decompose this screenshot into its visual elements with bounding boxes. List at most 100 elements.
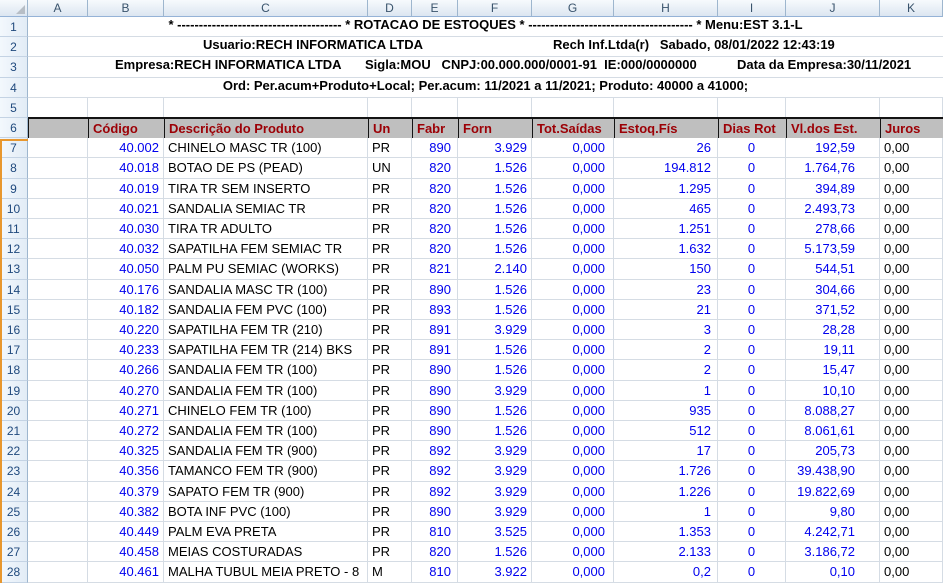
cell-I16[interactable]: 0 — [718, 320, 786, 341]
cell-B20[interactable]: 40.271 — [88, 400, 164, 421]
cell-F24[interactable]: 3.929 — [458, 481, 532, 502]
cell-K7[interactable]: 0,00 — [880, 138, 943, 159]
cell-H11[interactable]: 1.251 — [614, 219, 718, 240]
cell-K17[interactable]: 0,00 — [880, 340, 943, 361]
cell-B22[interactable]: 40.325 — [88, 441, 164, 462]
cell-H24[interactable]: 1.226 — [614, 481, 718, 502]
cell-D15[interactable]: PR — [368, 299, 412, 320]
table-header-blank[interactable] — [29, 119, 89, 139]
cell-I24[interactable]: 0 — [718, 481, 786, 502]
cell-K5[interactable] — [880, 97, 943, 118]
cell-I26[interactable]: 0 — [718, 522, 786, 543]
cell-F8[interactable]: 1.526 — [458, 158, 532, 179]
cell-I25[interactable]: 0 — [718, 501, 786, 522]
cell-F12[interactable]: 1.526 — [458, 239, 532, 260]
cell-A23[interactable] — [28, 461, 88, 482]
row-header-23[interactable]: 23 — [0, 461, 28, 482]
cell-E17[interactable]: 891 — [412, 340, 458, 361]
cell-C22[interactable]: SANDALIA FEM TR (900) — [164, 441, 368, 462]
cell-K19[interactable]: 0,00 — [880, 380, 943, 401]
cell-F21[interactable]: 1.526 — [458, 421, 532, 442]
cell-D28[interactable]: M — [368, 562, 412, 583]
cell-I14[interactable]: 0 — [718, 279, 786, 300]
cell-D20[interactable]: PR — [368, 400, 412, 421]
cell-B12[interactable]: 40.032 — [88, 239, 164, 260]
cell-A14[interactable] — [28, 279, 88, 300]
cell-A8[interactable] — [28, 158, 88, 179]
cell-C10[interactable]: SANDALIA SEMIAC TR — [164, 198, 368, 219]
cell-E12[interactable]: 820 — [412, 239, 458, 260]
cell-B18[interactable]: 40.266 — [88, 360, 164, 381]
cell-F26[interactable]: 3.525 — [458, 522, 532, 543]
cell-C17[interactable]: SAPATILHA FEM TR (214) BKS — [164, 340, 368, 361]
sigla-cnpj-ie-cell[interactable]: Sigla:MOU CNPJ:00.000.000/0001-91 IE:000… — [365, 57, 697, 72]
cell-I15[interactable]: 0 — [718, 299, 786, 320]
cell-J27[interactable]: 3.186,72 — [786, 542, 880, 563]
cell-C25[interactable]: BOTA INF PVC (100) — [164, 501, 368, 522]
column-header-K[interactable]: K — [880, 0, 943, 17]
row-header-1[interactable]: 1 — [0, 17, 28, 38]
cell-D8[interactable]: UN — [368, 158, 412, 179]
row-header-11[interactable]: 11 — [0, 219, 28, 240]
cell-D7[interactable]: PR — [368, 138, 412, 159]
cell-F7[interactable]: 3.929 — [458, 138, 532, 159]
cell-A24[interactable] — [28, 481, 88, 502]
cell-A27[interactable] — [28, 542, 88, 563]
cell-K26[interactable]: 0,00 — [880, 522, 943, 543]
cell-G18[interactable]: 0,000 — [532, 360, 614, 381]
cell-F23[interactable]: 3.929 — [458, 461, 532, 482]
cell-E18[interactable]: 890 — [412, 360, 458, 381]
cell-H8[interactable]: 194.812 — [614, 158, 718, 179]
cell-B10[interactable]: 40.021 — [88, 198, 164, 219]
row-header-25[interactable]: 25 — [0, 501, 28, 522]
cell-E24[interactable]: 892 — [412, 481, 458, 502]
cell-K12[interactable]: 0,00 — [880, 239, 943, 260]
cell-A26[interactable] — [28, 522, 88, 543]
cell-D18[interactable]: PR — [368, 360, 412, 381]
cell-J22[interactable]: 205,73 — [786, 441, 880, 462]
cell-I10[interactable]: 0 — [718, 198, 786, 219]
cell-F17[interactable]: 1.526 — [458, 340, 532, 361]
cell-C24[interactable]: SAPATO FEM TR (900) — [164, 481, 368, 502]
cell-K24[interactable]: 0,00 — [880, 481, 943, 502]
cell-F18[interactable]: 1.526 — [458, 360, 532, 381]
cell-G25[interactable]: 0,000 — [532, 501, 614, 522]
cell-H27[interactable]: 2.133 — [614, 542, 718, 563]
cell-C23[interactable]: TAMANCO FEM TR (900) — [164, 461, 368, 482]
row-header-9[interactable]: 9 — [0, 178, 28, 199]
empresa-cell[interactable]: Empresa:RECH INFORMATICA LTDA — [115, 57, 342, 72]
cell-F15[interactable]: 1.526 — [458, 299, 532, 320]
cell-B7[interactable]: 40.002 — [88, 138, 164, 159]
cell-G11[interactable]: 0,000 — [532, 219, 614, 240]
cell-A13[interactable] — [28, 259, 88, 280]
usuario-cell[interactable]: Usuario:RECH INFORMATICA LTDA — [203, 37, 423, 52]
cell-H19[interactable]: 1 — [614, 380, 718, 401]
cell-B11[interactable]: 40.030 — [88, 219, 164, 240]
cell-I22[interactable]: 0 — [718, 441, 786, 462]
cell-F5[interactable] — [458, 97, 532, 118]
row-header-5[interactable]: 5 — [0, 97, 28, 118]
cell-C21[interactable]: SANDALIA FEM TR (100) — [164, 421, 368, 442]
cell-J10[interactable]: 2.493,73 — [786, 198, 880, 219]
cell-C11[interactable]: TIRA TR ADULTO — [164, 219, 368, 240]
cell-C26[interactable]: PALM EVA PRETA — [164, 522, 368, 543]
cell-E10[interactable]: 820 — [412, 198, 458, 219]
cell-A20[interactable] — [28, 400, 88, 421]
cell-J16[interactable]: 28,28 — [786, 320, 880, 341]
column-header-B[interactable]: B — [88, 0, 164, 17]
cell-C20[interactable]: CHINELO FEM TR (100) — [164, 400, 368, 421]
row-header-26[interactable]: 26 — [0, 522, 28, 543]
row-header-18[interactable]: 18 — [0, 360, 28, 381]
cell-E16[interactable]: 891 — [412, 320, 458, 341]
cell-C13[interactable]: PALM PU SEMIAC (WORKS) — [164, 259, 368, 280]
cell-J18[interactable]: 15,47 — [786, 360, 880, 381]
cell-B9[interactable]: 40.019 — [88, 178, 164, 199]
cell-H22[interactable]: 17 — [614, 441, 718, 462]
ord-filtros-cell[interactable]: Ord: Per.acum+Produto+Local; Per.acum: 1… — [28, 78, 943, 93]
cell-A22[interactable] — [28, 441, 88, 462]
cell-I5[interactable] — [718, 97, 786, 118]
cell-F10[interactable]: 1.526 — [458, 198, 532, 219]
table-header-10[interactable]: Juros — [881, 119, 943, 139]
cell-K14[interactable]: 0,00 — [880, 279, 943, 300]
cell-B5[interactable] — [88, 97, 164, 118]
